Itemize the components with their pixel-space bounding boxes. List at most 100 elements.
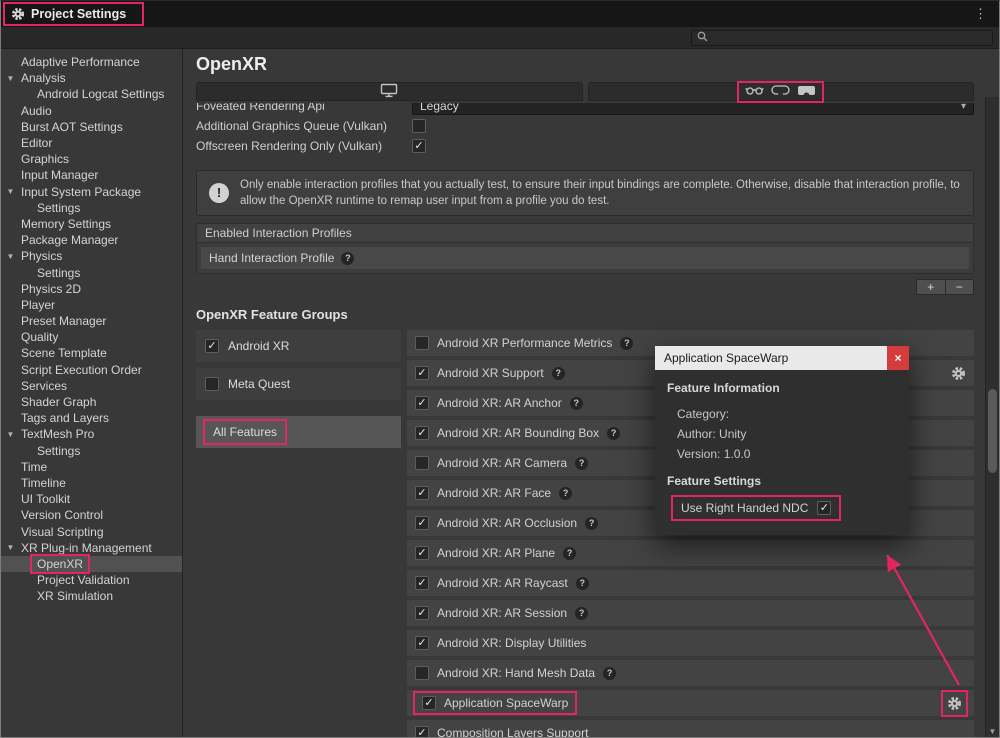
feature-row-android-xr-ar-session: ✓Android XR: AR Session? <box>407 600 974 626</box>
popup-close-button[interactable]: × <box>887 346 909 370</box>
feature-checkbox[interactable]: ✓ <box>415 396 429 410</box>
sidebar-item-label: Version Control <box>17 508 107 522</box>
use-right-handed-ndc-checkbox[interactable]: ✓ <box>817 501 831 515</box>
android-xr-checkbox[interactable]: ✓ <box>205 339 219 353</box>
feature-group-android-xr[interactable]: ✓Android XR <box>196 330 401 362</box>
help-icon[interactable]: ? <box>607 427 620 440</box>
feature-checkbox[interactable] <box>415 666 429 680</box>
sidebar-item-physics-2d[interactable]: Physics 2D <box>1 281 182 297</box>
add-profile-button[interactable]: + <box>917 280 946 294</box>
window-title-group: Project Settings <box>5 4 142 24</box>
sidebar-item-script-execution-order[interactable]: Script Execution Order <box>1 362 182 378</box>
feature-checkbox[interactable]: ✓ <box>415 426 429 440</box>
feature-checkbox[interactable] <box>415 456 429 470</box>
sidebar-item-adaptive-performance[interactable]: Adaptive Performance <box>1 54 182 70</box>
sidebar-item-xr-plug-in-management[interactable]: ▼XR Plug-in Management <box>1 540 182 556</box>
feature-row-application-spacewarp: ✓Application SpaceWarp <box>407 690 974 716</box>
profile-add-remove-buttons: + − <box>916 279 974 295</box>
feature-checkbox[interactable]: ✓ <box>415 486 429 500</box>
sidebar-item-xr-simulation[interactable]: XR Simulation <box>1 588 182 604</box>
search-input[interactable] <box>691 30 993 46</box>
sidebar-item-textmesh-pro[interactable]: ▼TextMesh Pro <box>1 426 182 442</box>
foldout-arrow-icon[interactable]: ▼ <box>4 543 17 552</box>
sidebar-item-package-manager[interactable]: Package Manager <box>1 232 182 248</box>
help-icon[interactable]: ? <box>552 367 565 380</box>
meta-quest-checkbox[interactable] <box>205 377 219 391</box>
sidebar-item-time[interactable]: Time <box>1 459 182 475</box>
scrollbar-down-arrow[interactable]: ▼ <box>986 727 999 736</box>
setting-row: Foveated Rendering ApiLegacy▾ <box>196 103 974 116</box>
help-icon[interactable]: ? <box>570 397 583 410</box>
sidebar-item-analysis[interactable]: ▼Analysis <box>1 70 182 86</box>
gear-icon[interactable] <box>951 366 966 381</box>
sidebar-item-timeline[interactable]: Timeline <box>1 475 182 491</box>
scrollbar-thumb[interactable] <box>988 389 997 473</box>
offscreen-rendering-only-vulkan-checkbox[interactable]: ✓ <box>412 139 426 153</box>
sidebar-item-settings[interactable]: Settings <box>1 443 182 459</box>
foldout-arrow-icon[interactable]: ▼ <box>4 187 17 196</box>
help-icon[interactable]: ? <box>559 487 572 500</box>
sidebar-item-settings[interactable]: Settings <box>1 200 182 216</box>
feature-checkbox[interactable]: ✓ <box>415 366 429 380</box>
feature-checkbox[interactable]: ✓ <box>415 636 429 650</box>
sidebar-item-ui-toolkit[interactable]: UI Toolkit <box>1 491 182 507</box>
sidebar-item-input-system-package[interactable]: ▼Input System Package <box>1 184 182 200</box>
render-settings-rows: Foveated Rendering ApiLegacy▾Additional … <box>196 103 974 156</box>
help-icon[interactable]: ? <box>575 607 588 620</box>
sidebar-item-version-control[interactable]: Version Control <box>1 507 182 523</box>
sidebar-item-editor[interactable]: Editor <box>1 135 182 151</box>
tab-pc[interactable] <box>196 82 583 101</box>
sidebar-item-preset-manager[interactable]: Preset Manager <box>1 313 182 329</box>
sidebar-item-input-manager[interactable]: Input Manager <box>1 167 182 183</box>
sidebar-item-project-validation[interactable]: Project Validation <box>1 572 182 588</box>
sidebar-item-tags-and-layers[interactable]: Tags and Layers <box>1 410 182 426</box>
vertical-scrollbar[interactable]: ▼ <box>985 97 999 737</box>
info-box-text: Only enable interaction profiles that yo… <box>240 177 961 209</box>
help-icon[interactable]: ? <box>576 577 589 590</box>
feature-group-meta-quest[interactable]: Meta Quest <box>196 368 401 400</box>
help-icon[interactable]: ? <box>563 547 576 560</box>
sidebar-item-graphics[interactable]: Graphics <box>1 151 182 167</box>
sidebar-item-quality[interactable]: Quality <box>1 329 182 345</box>
profile-row-hand-interaction-profile[interactable]: Hand Interaction Profile? <box>201 247 969 269</box>
additional-graphics-queue-vulkan-checkbox[interactable] <box>412 119 426 133</box>
sidebar-item-physics[interactable]: ▼Physics <box>1 248 182 264</box>
sidebar-item-memory-settings[interactable]: Memory Settings <box>1 216 182 232</box>
kebab-menu-icon[interactable]: ⋮ <box>972 6 989 22</box>
sidebar-item-services[interactable]: Services <box>1 378 182 394</box>
help-icon[interactable]: ? <box>585 517 598 530</box>
sidebar-item-label: Quality <box>17 330 62 344</box>
help-icon[interactable]: ? <box>603 667 616 680</box>
help-icon[interactable]: ? <box>575 457 588 470</box>
sidebar-item-visual-scripting[interactable]: Visual Scripting <box>1 523 182 539</box>
feature-information-fields: Category:Author: UnityVersion: 1.0.0 <box>667 404 897 464</box>
help-icon[interactable]: ? <box>341 252 354 265</box>
feature-label: Composition Layers Support <box>437 726 588 737</box>
feature-checkbox[interactable]: ✓ <box>415 516 429 530</box>
sidebar-item-player[interactable]: Player <box>1 297 182 313</box>
sidebar-item-shader-graph[interactable]: Shader Graph <box>1 394 182 410</box>
feature-group-all-features[interactable]: All Features <box>196 416 401 448</box>
tab-xr[interactable] <box>588 82 975 101</box>
foldout-arrow-icon[interactable]: ▼ <box>4 430 17 439</box>
gear-icon[interactable] <box>947 696 962 711</box>
feature-label: Android XR: AR Camera <box>437 456 567 470</box>
foldout-arrow-icon[interactable]: ▼ <box>4 252 17 261</box>
feature-checkbox[interactable]: ✓ <box>422 696 436 710</box>
sidebar-item-openxr[interactable]: OpenXR <box>1 556 182 572</box>
sidebar-item-settings[interactable]: Settings <box>1 264 182 280</box>
sidebar-item-audio[interactable]: Audio <box>1 103 182 119</box>
feature-checkbox[interactable]: ✓ <box>415 606 429 620</box>
foldout-arrow-icon[interactable]: ▼ <box>4 74 17 83</box>
foveated-rendering-api-dropdown[interactable]: Legacy▾ <box>412 103 974 115</box>
sidebar-item-android-logcat-settings[interactable]: Android Logcat Settings <box>1 86 182 102</box>
sidebar-item-scene-template[interactable]: Scene Template <box>1 345 182 361</box>
sidebar-item-burst-aot-settings[interactable]: Burst AOT Settings <box>1 119 182 135</box>
remove-profile-button[interactable]: − <box>946 280 974 294</box>
feature-checkbox[interactable]: ✓ <box>415 726 429 737</box>
feature-checkbox[interactable]: ✓ <box>415 546 429 560</box>
feature-checkbox[interactable] <box>415 336 429 350</box>
feature-checkbox[interactable]: ✓ <box>415 576 429 590</box>
popup-title: Application SpaceWarp <box>664 351 788 365</box>
help-icon[interactable]: ? <box>620 337 633 350</box>
